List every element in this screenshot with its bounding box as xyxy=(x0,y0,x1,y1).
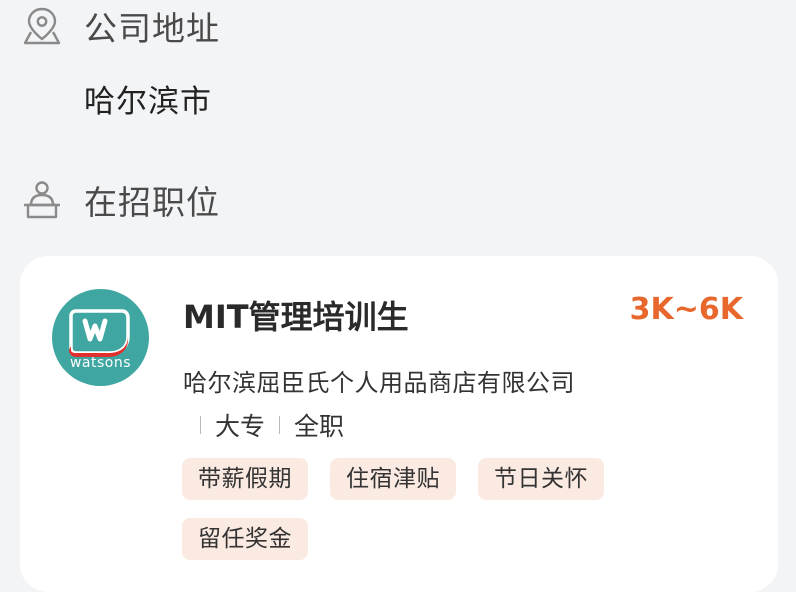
company-address: 哈尔滨市 xyxy=(84,84,212,120)
employment-type: 全职 xyxy=(294,412,345,441)
job-requirements: 大专 全职 xyxy=(190,407,344,443)
benefit-tag: 住宿津贴 xyxy=(330,458,456,500)
watsons-logo-mark-icon xyxy=(69,309,130,357)
person-desk-icon xyxy=(20,178,64,222)
address-section-header: 公司地址 xyxy=(20,2,220,50)
benefit-tag: 带薪假期 xyxy=(182,458,308,500)
benefit-tag: 留任奖金 xyxy=(182,518,308,560)
education-requirement: 大专 xyxy=(215,412,266,441)
logo-wordmark: watsons xyxy=(69,355,132,371)
job-title[interactable]: MIT管理培训生 xyxy=(183,292,409,338)
company-name: 哈尔滨屈臣氏个人用品商店有限公司 xyxy=(183,369,575,397)
benefit-tags: 带薪假期 住宿津贴 节日关怀 留任奖金 xyxy=(182,458,662,560)
job-card[interactable]: watsons MIT管理培训生 3K~6K 哈尔滨屈臣氏个人用品商店有限公司 … xyxy=(20,256,778,592)
positions-section-title: 在招职位 xyxy=(84,183,220,222)
address-section-title: 公司地址 xyxy=(84,9,220,48)
divider xyxy=(279,416,281,434)
company-logo: watsons xyxy=(52,289,149,386)
positions-section-header: 在招职位 xyxy=(20,176,220,224)
job-salary: 3K~6K xyxy=(629,292,743,327)
map-pin-icon xyxy=(20,4,64,48)
benefit-tag: 节日关怀 xyxy=(478,458,604,500)
divider xyxy=(200,416,201,434)
